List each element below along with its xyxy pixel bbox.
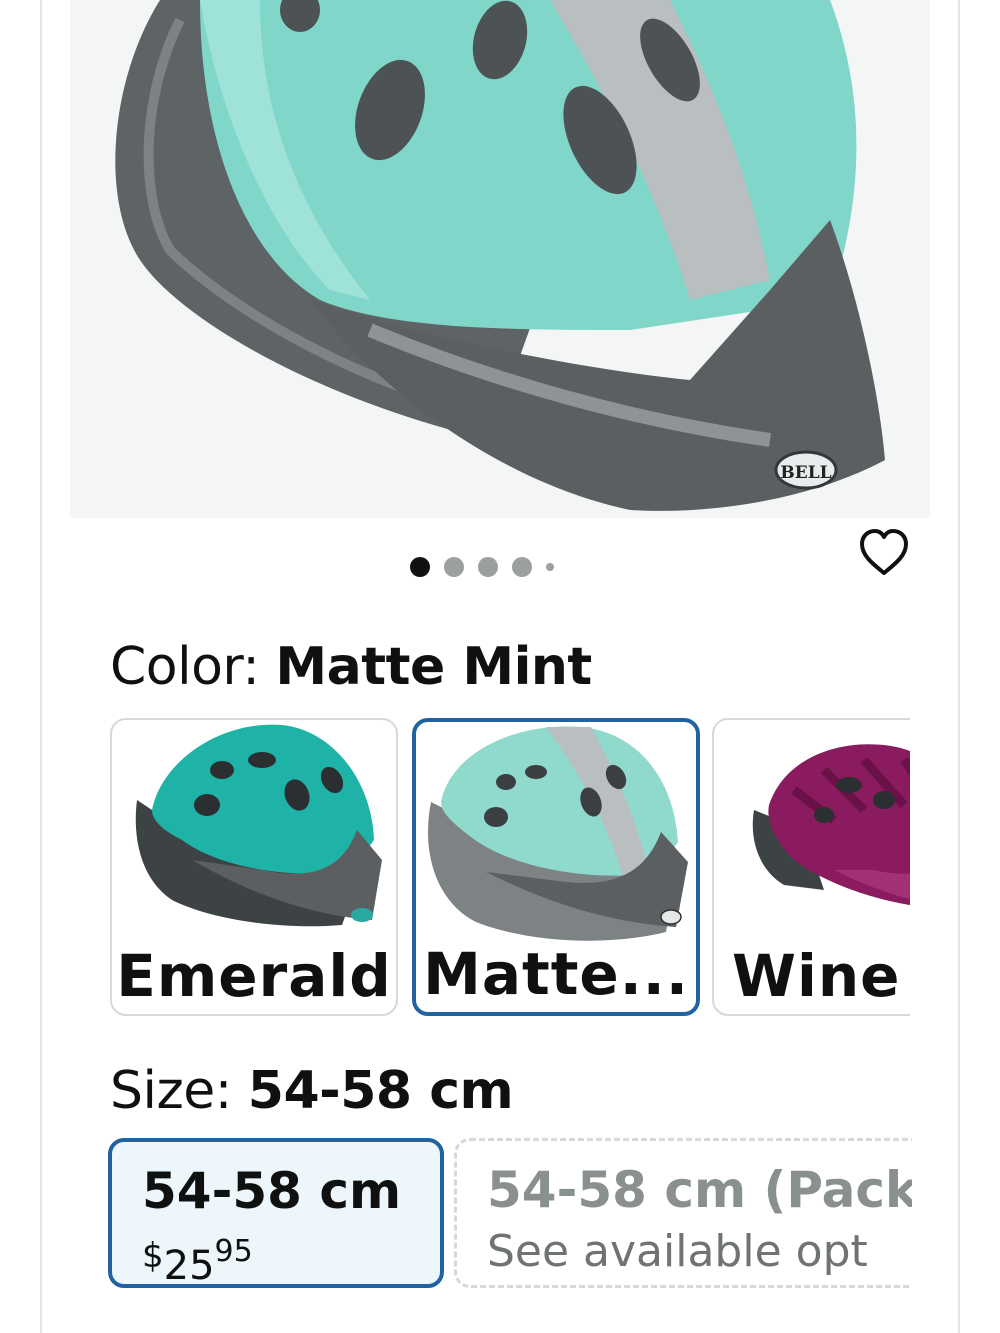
product-main-image[interactable]: BELL	[70, 0, 930, 518]
color-swatch-matte-mint[interactable]: Matte...	[412, 718, 700, 1016]
color-swatch-emerald[interactable]: Emerald	[110, 718, 398, 1016]
emerald-helmet-image	[135, 724, 382, 927]
color-swatch-wine[interactable]: Wine	[712, 718, 910, 1016]
wine-helmet-image	[752, 744, 910, 906]
size-option-name: 54-58 cm	[142, 1162, 402, 1220]
size-option-list: 54-58 cm $2595 54-58 cm (Pack See availa…	[108, 1136, 912, 1296]
color-label: Color:	[110, 637, 260, 697]
color-swatch-list: Emerald Matte... Wine	[110, 716, 910, 1026]
swatch-label-matte-mint: Matte...	[423, 940, 689, 1008]
price-currency: $	[142, 1236, 164, 1277]
color-selection-label: Color: Matte Mint	[110, 632, 592, 702]
size-option-availability: See available opt	[487, 1226, 868, 1277]
matte-mint-helmet-image	[428, 726, 688, 941]
carousel-dot-5[interactable]	[546, 563, 554, 571]
page-frame-right	[958, 0, 960, 1333]
size-label: Size:	[110, 1061, 232, 1121]
price-fraction: 95	[214, 1234, 253, 1269]
carousel-dot-3[interactable]	[478, 557, 498, 577]
carousel-dot-2[interactable]	[444, 557, 464, 577]
size-selection-label: Size: 54-58 cm	[110, 1056, 514, 1126]
page-frame-left	[40, 0, 42, 1333]
selected-size-value: 54-58 cm	[247, 1061, 514, 1121]
carousel-dot-1[interactable]	[410, 557, 430, 577]
size-option-name: 54-58 cm (Pack	[487, 1161, 912, 1219]
carousel-dot-4[interactable]	[512, 557, 532, 577]
price-whole: 25	[163, 1243, 215, 1288]
swatch-label-emerald: Emerald	[116, 942, 392, 1010]
swatch-label-wine: Wine	[732, 942, 901, 1010]
wishlist-button[interactable]	[856, 525, 912, 581]
size-option-54-58-pack[interactable]: 54-58 cm (Pack See available opt	[454, 1138, 912, 1288]
size-option-price: $2595	[142, 1222, 410, 1288]
selected-color-value: Matte Mint	[275, 637, 592, 697]
brand-badge: BELL	[780, 463, 831, 483]
heart-outline-icon	[860, 529, 908, 575]
image-carousel-dots[interactable]	[408, 555, 568, 579]
helmet-illustration: BELL	[115, 0, 885, 511]
size-option-54-58[interactable]: 54-58 cm $2595	[108, 1138, 444, 1288]
